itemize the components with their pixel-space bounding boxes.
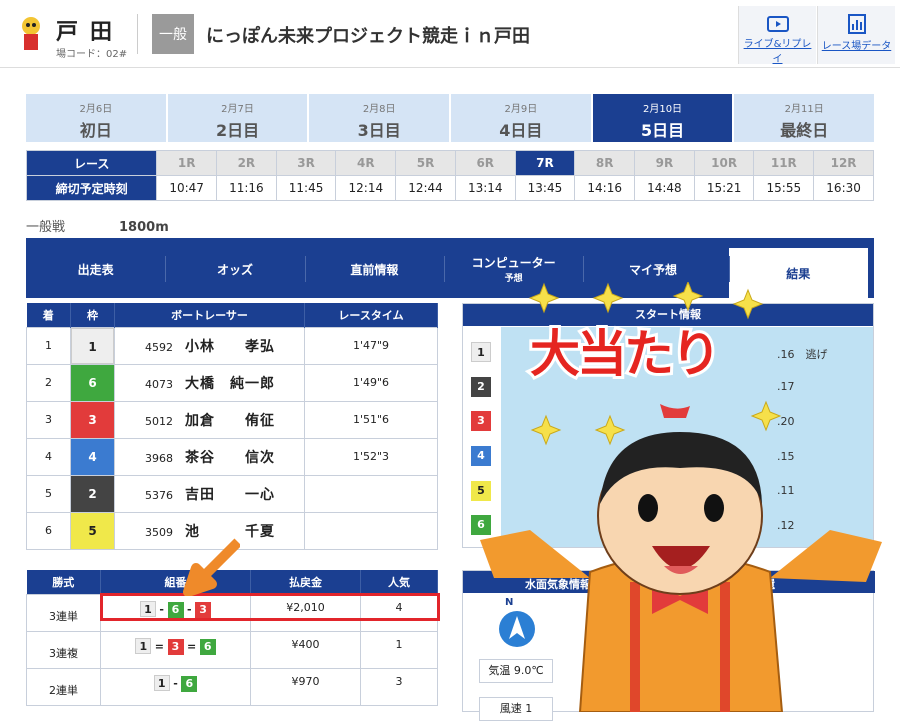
race-row-header: レース — [25, 150, 158, 176]
mascot-logo-icon — [22, 17, 40, 50]
boat-number: 5 — [71, 512, 114, 549]
race-title: にっぽん未来プロジェクト競走ｉｎ戸田 — [206, 26, 530, 47]
race-link[interactable]: 8R — [574, 150, 636, 176]
race-link[interactable]: 9R — [634, 150, 695, 176]
deadline-time: 16:30 — [813, 175, 874, 201]
deadline-time: 12:14 — [335, 175, 397, 201]
venue-name: 戸田 — [56, 20, 125, 45]
popularity: 1 — [360, 630, 438, 669]
col-header: 勝式 — [26, 570, 101, 594]
race-link[interactable]: 10R — [693, 150, 755, 176]
payout-amount: ¥400 — [250, 630, 361, 669]
winning-highlight-box — [100, 593, 440, 621]
race-distance: 1800m — [119, 220, 169, 235]
deadline-time: 10:47 — [156, 175, 217, 201]
tab-before-info[interactable]: 直前情報 — [304, 248, 444, 290]
pointer-arrow-icon — [183, 538, 240, 596]
table-row: 4 4 3968 茶谷 信次 1'52"3 — [26, 437, 438, 476]
grade-badge: 一般 — [152, 14, 194, 54]
day-tab[interactable]: 2月6日 初日 — [26, 94, 166, 142]
live-replay-button[interactable]: ライブ&リプレイ — [738, 6, 816, 65]
table-row: 2連単 1 - 6 ¥970 3 — [26, 667, 438, 706]
venue-data-label: レース場データ — [821, 41, 892, 52]
race-info: 一般戦 1800m — [26, 216, 169, 235]
tv-icon — [766, 16, 789, 32]
celebration-illustration: 大当たり — [470, 280, 890, 713]
page-header: 戸田 場コード：02# 一般 にっぽん未来プロジェクト競走ｉｎ戸田 ライブ&リプ… — [0, 0, 900, 68]
racer-name[interactable]: 大橋 純一郎 — [185, 376, 275, 392]
payout-amount: ¥970 — [250, 667, 361, 706]
race-link[interactable]: 3R — [275, 150, 337, 176]
race-link[interactable]: 4R — [335, 150, 397, 176]
col-header: 枠 — [70, 303, 115, 327]
racer-name[interactable]: 茶谷 信次 — [185, 450, 275, 466]
deadline-time: 11:45 — [275, 175, 337, 201]
deadline-time: 11:16 — [216, 175, 277, 201]
racer-name[interactable]: 加倉 侑征 — [185, 413, 275, 429]
day-tabs: 2月6日 初日 2月7日 2日目 2月8日 3日目 2月9日 4日目 2月10日 5日目 … — [26, 94, 875, 142]
boat-number: 3 — [71, 401, 114, 438]
deadline-time: 13:45 — [514, 175, 576, 201]
col-header: レースタイム — [304, 303, 438, 327]
table-row: 2 6 4073 大橋 純一郎 1'49"6 — [26, 363, 438, 402]
day-tab-active[interactable]: 2月10日 5日目 — [592, 94, 733, 142]
popularity: 3 — [360, 667, 438, 706]
col-header: 人気 — [360, 570, 438, 594]
venue-data-button[interactable]: レース場データ — [817, 6, 895, 64]
col-header: ボートレーサー — [114, 303, 305, 327]
race-link[interactable]: 11R — [753, 150, 815, 176]
race-link[interactable]: 1R — [156, 150, 217, 176]
race-grid: レース 1R 2R 3R 4R 5R 6R 7R 8R 9R 10R 11R 1… — [25, 150, 874, 201]
day-tab[interactable]: 2月8日 3日目 — [309, 94, 450, 142]
deadline-time: 14:16 — [574, 175, 636, 201]
live-replay-label: ライブ&リプレイ — [743, 39, 812, 65]
day-tab[interactable]: 2月7日 2日目 — [167, 94, 308, 142]
table-row: 3 3 5012 加倉 侑征 1'51"6 — [26, 400, 438, 439]
race-link[interactable]: 12R — [813, 150, 874, 176]
chart-doc-icon — [847, 14, 866, 34]
table-row: 5 2 5376 吉田 一心 — [26, 474, 438, 513]
race-link-active[interactable]: 7R — [514, 150, 576, 176]
deadline-time: 13:14 — [454, 175, 516, 201]
table-row: 3連複 1 = 3 = 6 ¥400 1 — [26, 630, 438, 669]
boat-number: 4 — [71, 438, 114, 475]
col-header: 払戻金 — [250, 570, 361, 594]
deadline-time: 14:48 — [634, 175, 695, 201]
col-header: 着 — [26, 303, 71, 327]
racer-name[interactable]: 小林 孝弘 — [185, 339, 275, 355]
table-row: 1 1 4592 小林 孝弘 1'47"9 — [26, 326, 438, 365]
boat-number: 2 — [71, 475, 114, 512]
deadline-time: 15:55 — [753, 175, 815, 201]
result-table: 着 枠 ボートレーサー レースタイム 1 1 4592 小林 孝弘 1'47"9 264… — [26, 303, 438, 550]
race-link[interactable]: 6R — [454, 150, 516, 176]
venue-code: 場コード：02# — [56, 49, 128, 60]
boat-number: 1 — [71, 327, 114, 364]
deadline-time: 15:21 — [693, 175, 755, 201]
race-link[interactable]: 5R — [395, 150, 456, 176]
race-type: 一般戦 — [26, 220, 66, 235]
deadline-row-header: 締切予定時刻 — [25, 175, 158, 201]
deadline-time: 12:44 — [395, 175, 456, 201]
boat-number: 6 — [71, 364, 114, 401]
race-link[interactable]: 2R — [216, 150, 277, 176]
jackpot-caption: 大当たり — [527, 322, 724, 386]
tab-entry[interactable]: 出走表 — [26, 248, 165, 290]
day-tab[interactable]: 2月11日 最終日 — [734, 94, 875, 142]
day-tab[interactable]: 2月9日 4日目 — [451, 94, 591, 142]
racer-name[interactable]: 吉田 一心 — [185, 487, 275, 503]
tab-odds[interactable]: オッズ — [165, 248, 304, 290]
